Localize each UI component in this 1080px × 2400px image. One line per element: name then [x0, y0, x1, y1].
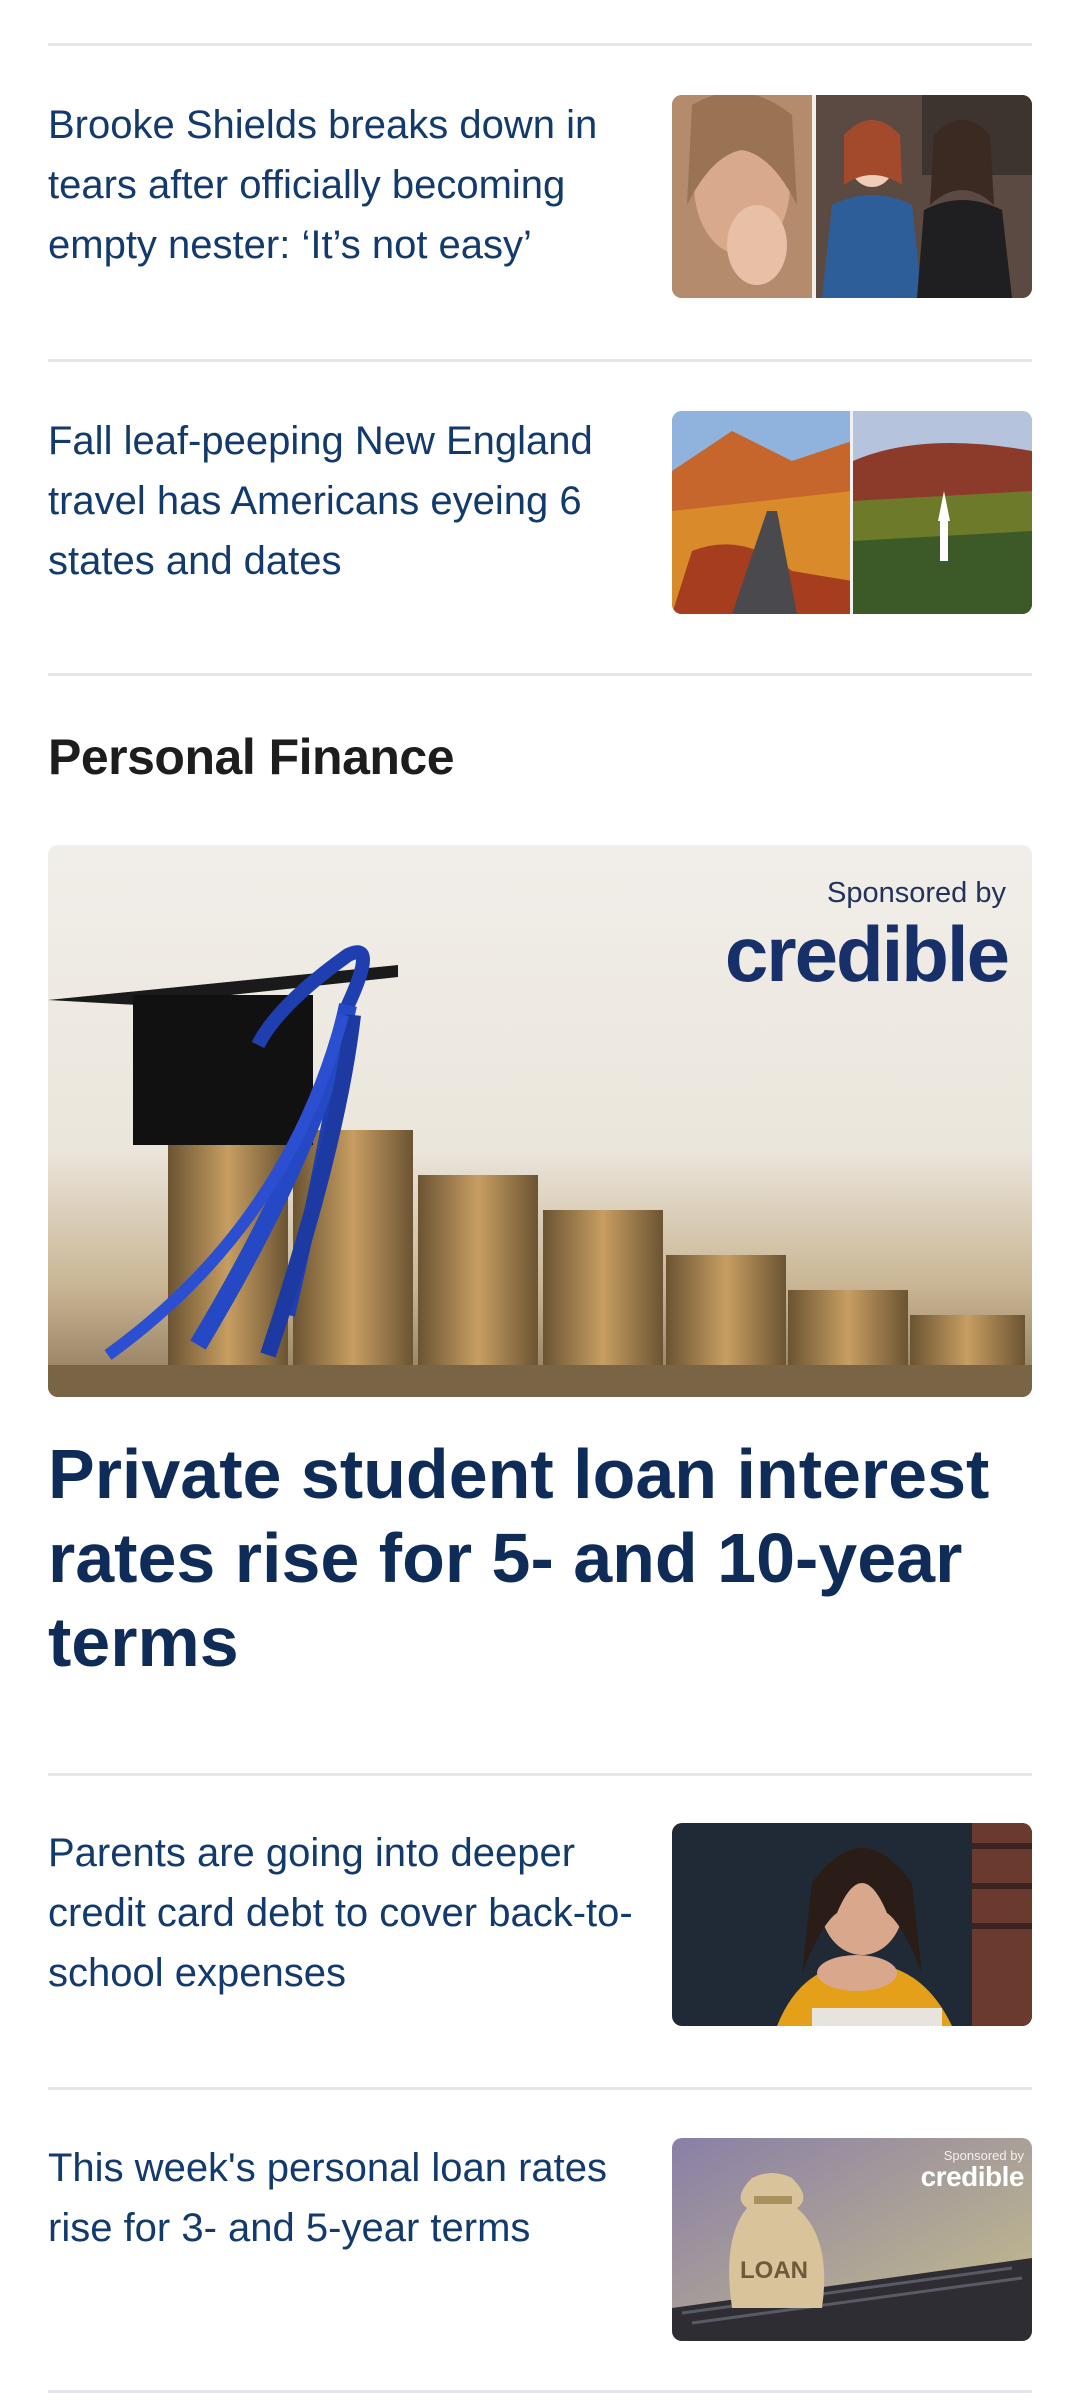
- divider: [48, 2087, 1032, 2090]
- story-item-fall-foliage[interactable]: Fall leaf-peeping New England travel has…: [48, 411, 1032, 614]
- credible-logo: credible: [724, 910, 1010, 998]
- loan-bag-label: LOAN: [740, 2257, 808, 2284]
- story-thumbnail-fall-foliage[interactable]: [672, 411, 1032, 614]
- divider: [48, 2390, 1032, 2393]
- story-item-brooke-shields[interactable]: Brooke Shields breaks down in tears afte…: [48, 95, 1032, 298]
- story-item-personal-loan-rates[interactable]: This week's personal loan rates rise for…: [48, 2138, 1032, 2341]
- mini-sponsor-label: Sponsored by: [943, 2148, 1024, 2163]
- hero-image[interactable]: Sponsored by credible: [48, 845, 1032, 1397]
- credible-mini-logo: Sponsored by credible: [920, 2148, 1025, 2193]
- story-thumbnail-brooke-shields[interactable]: [672, 95, 1032, 298]
- hero-headline[interactable]: Private student loan interest rates rise…: [48, 1432, 1032, 1684]
- divider: [48, 43, 1032, 46]
- mini-sponsor-brand: credible: [920, 2161, 1025, 2192]
- story-headline[interactable]: This week's personal loan rates rise for…: [48, 2138, 648, 2258]
- story-headline[interactable]: Parents are going into deeper credit car…: [48, 1823, 648, 2003]
- divider: [48, 1773, 1032, 1776]
- story-item-credit-card-debt[interactable]: Parents are going into deeper credit car…: [48, 1823, 1032, 2026]
- story-headline[interactable]: Fall leaf-peeping New England travel has…: [48, 411, 648, 591]
- section-heading-personal-finance[interactable]: Personal Finance: [48, 728, 455, 786]
- sponsor-label: Sponsored by: [827, 877, 1006, 909]
- divider: [48, 673, 1032, 676]
- story-thumbnail-loan-bag[interactable]: LOAN Sponsored by credible: [672, 2138, 1032, 2341]
- news-feed: Brooke Shields breaks down in tears afte…: [0, 0, 1080, 2400]
- story-headline[interactable]: Brooke Shields breaks down in tears afte…: [48, 95, 648, 275]
- divider: [48, 359, 1032, 362]
- story-thumbnail-worried-parent[interactable]: [672, 1823, 1032, 2026]
